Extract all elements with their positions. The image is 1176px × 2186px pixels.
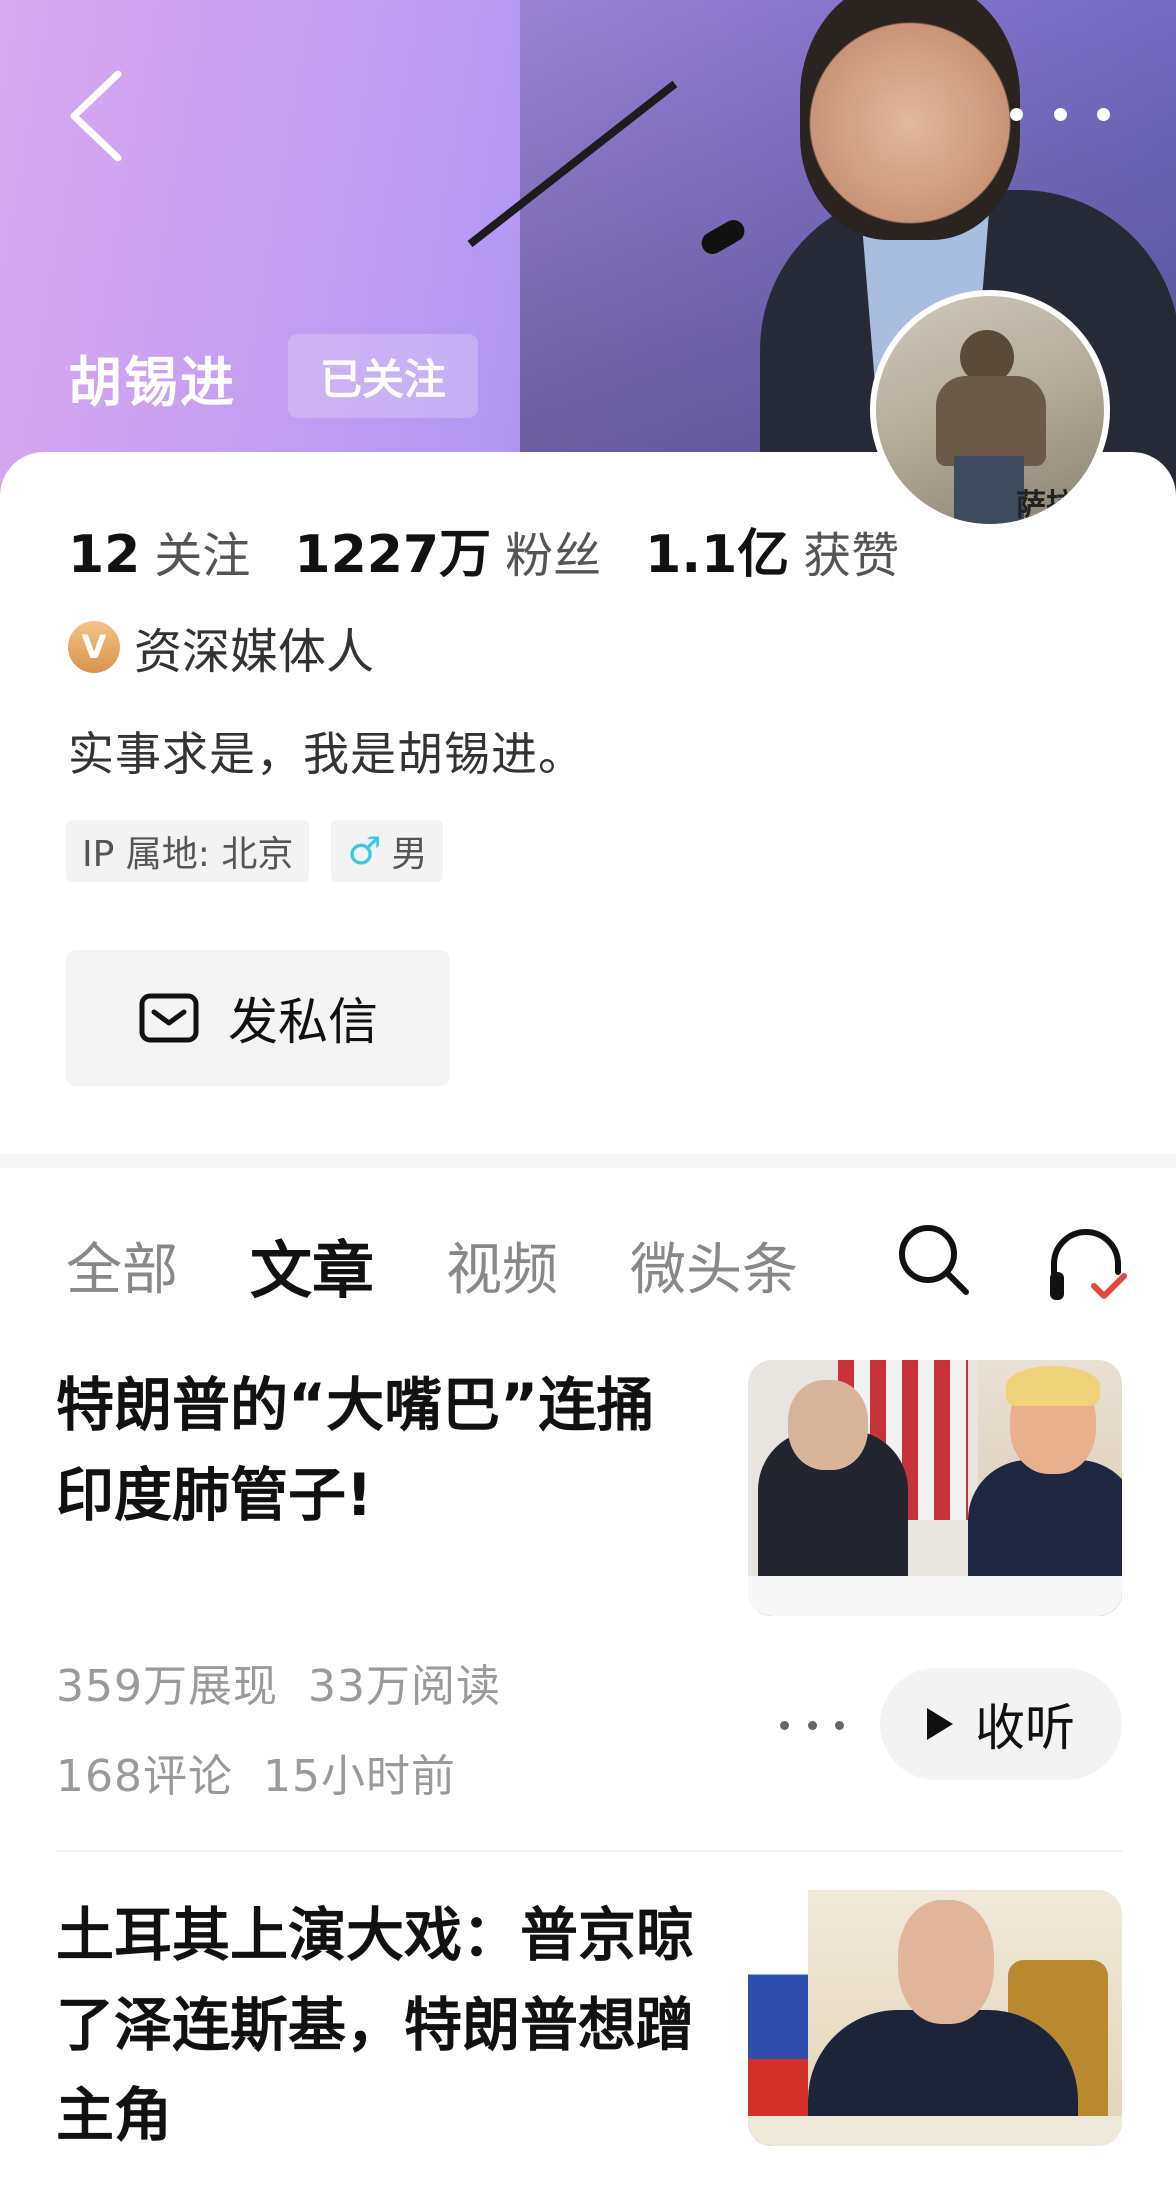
article-impressions: 359万展现 — [56, 1661, 278, 1712]
stat-followers[interactable]: 1227万 粉丝 — [294, 512, 601, 587]
stat-value: 12 — [68, 525, 141, 585]
profile-tags: IP 属地: 北京 ♂ 男 — [66, 820, 444, 882]
thumb-table — [748, 1576, 1122, 1616]
verified-v-icon: V — [68, 621, 120, 673]
article-reads: 33万阅读 — [307, 1661, 501, 1712]
follow-status-button[interactable]: 已关注 — [288, 334, 478, 418]
male-icon: ♂ — [347, 829, 382, 873]
thumb-person-head — [898, 1900, 994, 2024]
more-dot — [1053, 107, 1067, 121]
more-options-button[interactable] — [1010, 94, 1110, 134]
chevron-left-icon — [70, 70, 122, 162]
stat-following[interactable]: 12 关注 — [68, 516, 250, 586]
article-time: 15小时前 — [262, 1751, 456, 1802]
listen-mode-button[interactable] — [1044, 1220, 1130, 1310]
verification-row: V 资深媒体人 — [68, 612, 374, 682]
ip-location-tag: IP 属地: 北京 — [66, 820, 310, 882]
article-separator — [56, 1850, 1122, 1852]
avatar-figure-body — [936, 376, 1046, 466]
content-tabs: 全部 文章 视频 微头条 — [66, 1220, 798, 1310]
section-divider — [0, 1154, 1176, 1168]
gender-text: 男 — [391, 834, 428, 875]
play-icon — [927, 1708, 953, 1740]
article-meta-line-2: 168评论 15小时前 — [56, 1740, 456, 1804]
listen-button[interactable]: 收听 — [880, 1668, 1122, 1780]
article-item[interactable]: 土耳其上演大戏：普京晾了泽连斯基，特朗普想蹭主角 — [0, 1890, 1176, 2186]
send-message-button[interactable]: 发私信 — [66, 950, 450, 1086]
tab-articles[interactable]: 文章 — [250, 1220, 374, 1310]
more-dot — [835, 1720, 844, 1730]
tab-micro-posts[interactable]: 微头条 — [630, 1225, 798, 1306]
profile-stats: 12 关注 1227万 粉丝 1.1亿 获赞 — [68, 512, 899, 587]
profile-name: 胡锡进 — [68, 351, 236, 414]
listen-label: 收听 — [975, 1699, 1075, 1757]
article-more-button[interactable] — [780, 1710, 844, 1740]
stat-value: 1227万 — [294, 525, 492, 585]
article-meta-line-1: 359万展现 33万阅读 — [56, 1650, 501, 1714]
headphones-check-icon — [1050, 1229, 1127, 1300]
stat-label: 获赞 — [803, 528, 900, 584]
search-icon — [899, 1225, 969, 1295]
stat-value: 1.1亿 — [645, 525, 790, 585]
search-button[interactable] — [894, 1220, 974, 1300]
article-thumbnail[interactable] — [748, 1890, 1122, 2146]
ip-location-text: IP 属地: 北京 — [82, 834, 294, 875]
article-title[interactable]: 土耳其上演大戏：普京晾了泽连斯基，特朗普想蹭主角 — [56, 1890, 696, 2160]
stat-label: 粉丝 — [505, 528, 602, 584]
more-dot — [780, 1720, 789, 1730]
thumb-person-right-hair — [1006, 1366, 1100, 1406]
gender-tag: ♂ 男 — [331, 820, 444, 882]
more-dot — [1097, 107, 1110, 121]
article-comments: 168评论 — [56, 1751, 233, 1802]
more-dot — [1010, 107, 1023, 121]
send-message-label: 发私信 — [228, 993, 378, 1051]
avatar[interactable]: 萨拉 — [870, 290, 1110, 530]
avatar-figure-legs — [954, 456, 1024, 524]
back-button[interactable] — [62, 66, 132, 166]
article-item[interactable]: 特朗普的“大嘴巴”连捅印度肺管子! 359万展现 33万阅读 168评论 15小… — [0, 1360, 1176, 1852]
stat-likes[interactable]: 1.1亿 获赞 — [645, 512, 899, 587]
thumb-desk — [748, 2116, 1122, 2146]
avatar-caption: 萨拉 — [1016, 488, 1076, 523]
article-title[interactable]: 特朗普的“大嘴巴”连捅印度肺管子! — [56, 1360, 696, 1540]
verification-title: 资深媒体人 — [134, 624, 375, 680]
more-dot — [807, 1720, 817, 1730]
mail-icon — [139, 993, 199, 1043]
article-thumbnail[interactable] — [748, 1360, 1122, 1616]
thumb-flag — [748, 1890, 808, 2146]
tab-all[interactable]: 全部 — [66, 1225, 178, 1306]
tab-videos[interactable]: 视频 — [446, 1225, 558, 1306]
profile-bio: 实事求是，我是胡锡进。 — [68, 727, 585, 781]
stat-label: 关注 — [154, 528, 251, 584]
banner-person-head — [800, 0, 1020, 240]
thumb-person-left-head — [788, 1380, 868, 1470]
